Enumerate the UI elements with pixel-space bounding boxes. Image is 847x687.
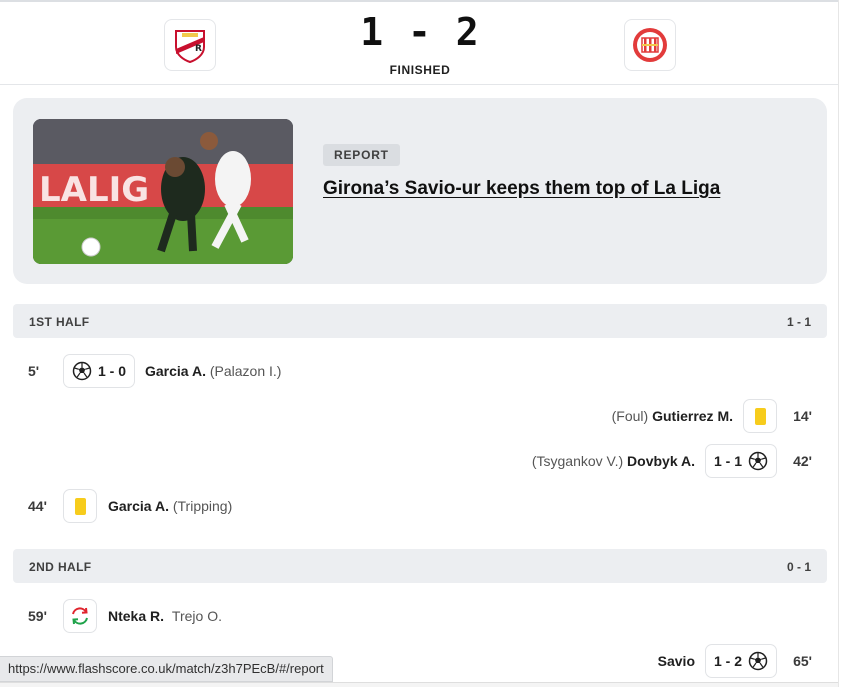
event-minute: 14' (793, 408, 812, 424)
report-tag: REPORT (323, 144, 400, 166)
event-assist: (Tsygankov V.) (531, 453, 624, 469)
event-minute: 59' (28, 608, 47, 624)
event-assist: (Palazon I.) (209, 363, 282, 379)
event-text: Nteka R. Trejo O. (108, 608, 222, 624)
event-minute: 65' (793, 653, 812, 669)
event-text: (Foul) Gutierrez M. (612, 408, 733, 424)
half-label: 2ND HALF (29, 560, 92, 574)
home-team-logo[interactable]: R (164, 19, 216, 71)
event-minute: 5' (28, 363, 40, 379)
event-score: 1 - 0 (97, 363, 126, 379)
scrollbar[interactable] (838, 0, 847, 687)
event-text: (Tsygankov V.) Dovbyk A. (532, 453, 695, 469)
goal-ball-icon (72, 361, 92, 381)
half-score: 1 - 1 (786, 315, 811, 329)
event-minute: 44' (28, 498, 47, 514)
event-text: Savio (658, 653, 695, 669)
event-score: 1 - 2 (713, 653, 742, 669)
half-score: 0 - 1 (786, 560, 811, 574)
substitution-box (63, 599, 97, 633)
event-text: Garcia A. (Palazon I.) (145, 363, 281, 379)
browser-status-url: https://www.flashscore.co.uk/match/z3h7P… (0, 656, 333, 682)
goal-score-box: 1 - 2 (705, 644, 777, 678)
half-header-second: 2ND HALF 0 - 1 (13, 549, 827, 583)
goal-score-box: 1 - 1 (705, 444, 777, 478)
event-row: 5' 1 - 0 Garcia A. (Palazon I.) (13, 354, 827, 388)
football-action-photo: LALIG (33, 119, 293, 264)
event-text: Garcia A. (Tripping) (108, 498, 232, 514)
event-player-link[interactable]: Dovbyk A. (627, 453, 695, 469)
event-row: 59' Nteka R. Trejo O. (13, 599, 827, 633)
report-image[interactable]: LALIG (33, 119, 293, 264)
goal-ball-icon (748, 651, 768, 671)
goal-ball-icon (748, 451, 768, 471)
substitution-icon (72, 607, 88, 625)
girona-crest-icon (633, 28, 667, 62)
match-score: 1 - 2 (360, 10, 480, 54)
event-score: 1 - 1 (713, 453, 742, 469)
event-row: 14' (Foul) Gutierrez M. (13, 399, 827, 433)
yellow-card-icon (74, 497, 86, 515)
event-reason: (Foul) (611, 408, 649, 424)
event-minute: 42' (793, 453, 812, 469)
rayo-vallecano-crest-icon: R (175, 30, 205, 63)
event-player-link[interactable]: Gutierrez M. (652, 408, 733, 424)
event-reason: (Tripping) (172, 498, 233, 514)
event-row: 44' Garcia A. (Tripping) (13, 489, 827, 523)
bottom-strip (0, 682, 838, 687)
event-player-out[interactable]: Trejo O. (172, 608, 222, 624)
card-box (63, 489, 97, 523)
match-header: R 1 - 2 FINISHED (0, 2, 838, 85)
away-team-logo[interactable] (624, 19, 676, 71)
yellow-card-icon (754, 407, 766, 425)
report-title-link[interactable]: Girona’s Savio-ur keeps them top of La L… (323, 178, 720, 200)
event-row: 42' 1 - 1 (Tsygankov V.) Dovbyk A. (13, 444, 827, 478)
half-header-first: 1ST HALF 1 - 1 (13, 304, 827, 338)
goal-score-box: 1 - 0 (63, 354, 135, 388)
half-label: 1ST HALF (29, 315, 90, 329)
svg-text:LALIG: LALIG (39, 170, 149, 210)
event-player-in-link[interactable]: Nteka R. (108, 608, 164, 624)
match-status: FINISHED (389, 63, 451, 77)
card-box (743, 399, 777, 433)
event-player-link[interactable]: Garcia A. (145, 363, 206, 379)
event-player-link[interactable]: Garcia A. (108, 498, 169, 514)
event-player-link[interactable]: Savio (658, 653, 695, 669)
report-card[interactable]: LALIG REPORT Girona’s Savio-ur keeps the… (13, 98, 827, 284)
svg-text:R: R (195, 44, 202, 54)
